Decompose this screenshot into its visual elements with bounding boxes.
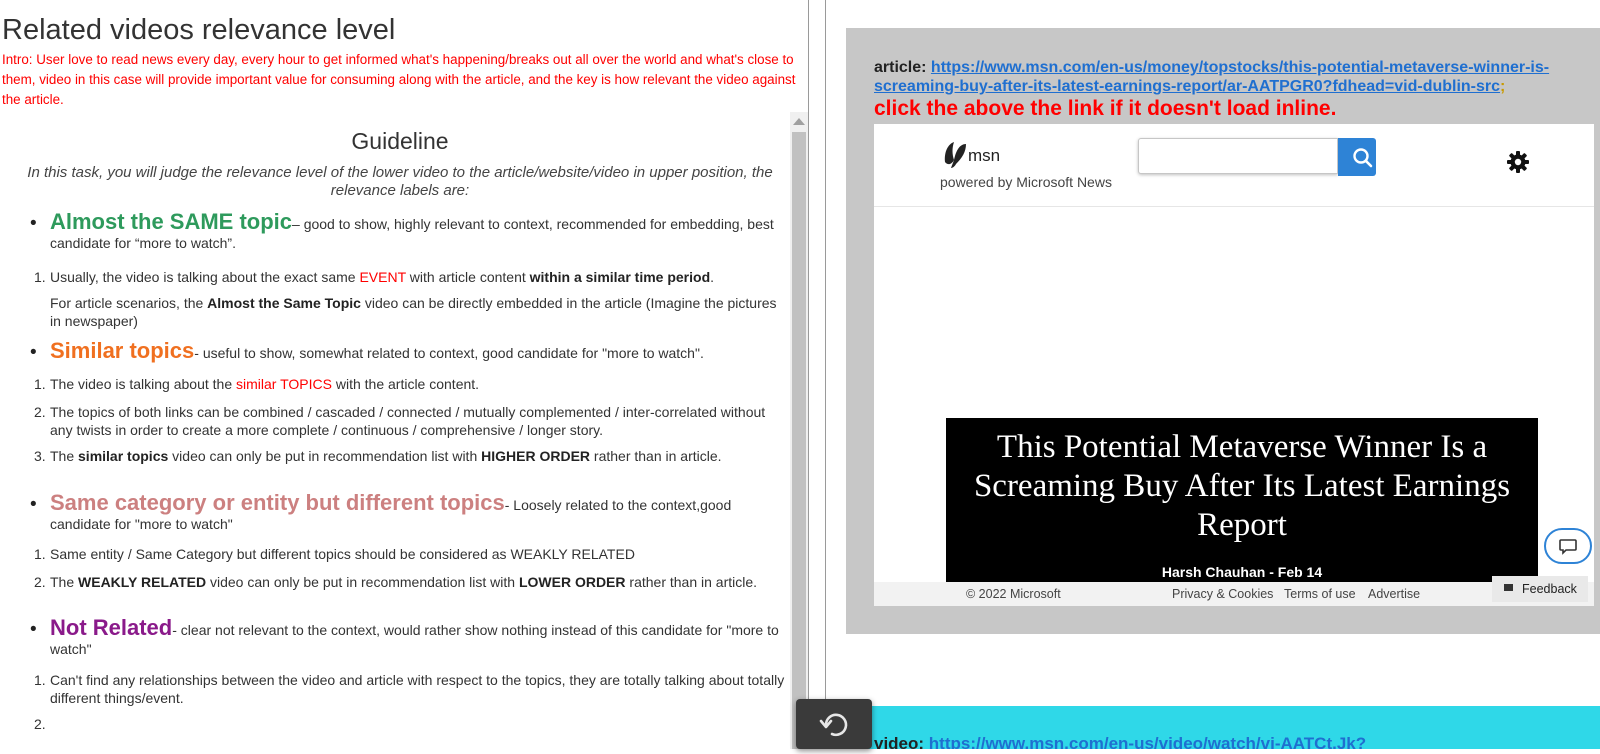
reload-icon [819,713,848,737]
level-desc: - useful to show, somewhat related to co… [194,345,704,361]
feedback-button[interactable]: Feedback [1492,576,1588,602]
guideline-description: In this task, you will judge the relevan… [27,164,773,199]
article-link-line: article: https://www.msn.com/en-us/money… [874,59,1550,95]
article-link[interactable]: https://www.msn.com/en-us/money/topstock… [931,59,1549,76]
msn-butterfly-icon[interactable] [942,140,968,170]
article-label: article: [874,59,927,76]
click-link-note: click the above the link if it doesn't l… [874,97,1337,120]
level-name: Not Related [50,615,173,640]
article-headline: This Potential Metaverse Winner Is a Scr… [973,429,1511,543]
footer-advertise-link[interactable]: Advertise [1368,587,1420,601]
intro-text: Intro: User love to read news every day,… [2,52,796,107]
guideline-section[interactable]: Guideline In this task, you will judge t… [0,112,790,749]
msn-embedded-page: msn powered by Microsoft News This Poten… [874,124,1594,606]
video-link[interactable]: https://www.msn.com/en-us/video/watch/vi… [929,734,1366,749]
scroll-up-arrow-icon[interactable] [793,118,805,125]
article-hero[interactable]: This Potential Metaverse Winner Is a Scr… [946,418,1538,588]
msn-brand: msn [968,146,1001,165]
msn-powered-by: powered by Microsoft News [940,174,1112,190]
msn-header: msn powered by Microsoft News [874,124,1594,207]
chat-bubble-button[interactable] [1544,528,1592,564]
instruction-panel: Related videos relevance level Intro: Us… [0,0,809,749]
page-title: Related videos relevance level [2,14,396,46]
msn-search-button[interactable] [1338,138,1376,176]
search-icon [1353,148,1373,168]
msn-footer: © 2022 Microsoft Privacy & Cookies Terms… [874,582,1594,606]
msn-search-input[interactable] [1138,138,1338,174]
feedback-label: Feedback [1522,582,1577,596]
footer-copyright: © 2022 Microsoft [966,587,1061,601]
video-link-line: video: https://www.msn.com/en-us/video/w… [874,734,1366,749]
article-link-cont[interactable]: screaming-buy-after-its-latest-earnings-… [874,78,1500,95]
scrollbar-thumb[interactable] [792,132,806,749]
feedback-icon [1504,584,1513,591]
level-name: Almost the SAME topic [50,209,293,234]
article-byline: Harsh Chauhan - Feb 14 [1161,564,1323,580]
gear-icon[interactable] [1506,150,1530,174]
level-name: Similar topics [50,338,195,363]
reload-button[interactable] [796,699,872,749]
guideline-title: Guideline [351,128,449,154]
content-panel: article: https://www.msn.com/en-us/money… [825,0,1600,749]
chat-bubble-icon [1559,539,1577,555]
video-label: video: [874,734,925,749]
video-section: video: https://www.msn.com/en-us/video/w… [846,706,1600,749]
level-name: Same category or entity but different to… [50,490,505,515]
footer-terms-link[interactable]: Terms of use [1284,587,1356,601]
footer-privacy-link[interactable]: Privacy & Cookies [1172,587,1273,601]
guideline-scrollbar[interactable] [790,112,808,749]
